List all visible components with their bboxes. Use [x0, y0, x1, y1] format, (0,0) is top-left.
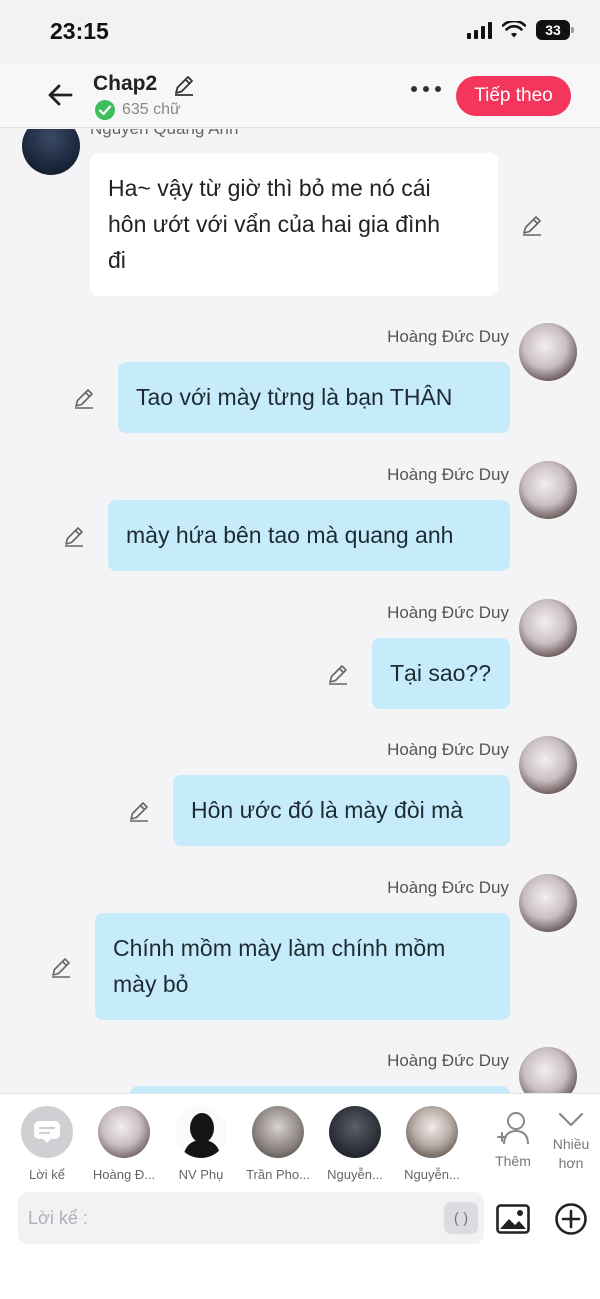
avatar[interactable]	[519, 323, 577, 381]
character-nguyen-1[interactable]: Nguyễn...	[322, 1106, 388, 1182]
message-bubble[interactable]: Tại sao??	[372, 638, 510, 709]
back-arrow-icon[interactable]	[44, 78, 78, 112]
avatar[interactable]	[519, 599, 577, 657]
edit-message-pencil-icon[interactable]	[62, 524, 86, 548]
edit-message-pencil-icon[interactable]	[520, 213, 544, 237]
avatar	[329, 1106, 381, 1158]
silhouette-avatar	[175, 1106, 227, 1158]
message-line: mày hứa bên tao mà quang anh	[126, 522, 454, 548]
editor-header: Chap2 635 chữ Tiếp theo	[0, 64, 600, 128]
sender-name: Hoàng Đức Duy	[387, 327, 509, 346]
avatar[interactable]	[519, 874, 577, 932]
message-line: đi	[108, 247, 126, 273]
message-bubble[interactable]: Ha~ vậy từ giờ thì bỏ me nó cái hôn ướt …	[90, 153, 498, 296]
message-line: Hôn ước đó là mày đòi mà	[191, 797, 464, 823]
narrator-icon	[21, 1106, 73, 1158]
more-label: Nhiều	[552, 1136, 590, 1152]
avatar[interactable]	[519, 736, 577, 794]
message-bubble[interactable]: Chính mồm mày làm chính mồm mày bỏ	[95, 913, 510, 1020]
message-line: Chính mồm mày làm chính mồm	[113, 935, 446, 961]
character-label: Nguyễn...	[327, 1167, 383, 1182]
composer-panel: Lời kể Hoàng Đ... NV Phụ Trần Pho... Ngu…	[0, 1093, 600, 1299]
message-bubble[interactable]: Tao với mày từng là bạn THÂN	[118, 362, 510, 433]
message-line: Tao với mày từng là bạn THÂN	[136, 384, 453, 410]
add-character-label: Thêm	[495, 1153, 531, 1169]
character-label: NV Phụ	[178, 1167, 224, 1182]
message-input-box: ( )	[18, 1192, 484, 1244]
chevron-down-icon	[558, 1112, 584, 1127]
avatar	[252, 1106, 304, 1158]
avatar	[98, 1106, 150, 1158]
sender-name: Nguyen Quang Anh	[90, 129, 238, 139]
character-nv-phu[interactable]: NV Phụ	[168, 1106, 234, 1182]
avatar[interactable]	[22, 129, 80, 175]
message-bubble[interactable]: mày hứa bên tao mà quang anh	[108, 500, 510, 571]
wifi-icon	[502, 21, 526, 38]
add-character-button[interactable]: Thêm	[488, 1110, 538, 1169]
message-line: hôn ướt với vẩn của hai gia đình	[108, 211, 440, 237]
chapter-title: Chap2	[93, 72, 158, 95]
message-input[interactable]	[28, 1202, 428, 1234]
word-count: 635 chữ	[122, 101, 181, 118]
add-person-icon	[497, 1112, 529, 1145]
character-label: Trần Pho...	[246, 1167, 310, 1182]
status-bar: 23:15 33	[0, 0, 600, 64]
status-time: 23:15	[50, 18, 109, 44]
add-circle-icon[interactable]	[554, 1202, 588, 1236]
edit-message-pencil-icon[interactable]	[72, 386, 96, 410]
signal-icon	[467, 21, 492, 39]
sender-name: Hoàng Đức Duy	[387, 465, 509, 484]
character-nguyen-2[interactable]: Nguyễn...	[399, 1106, 465, 1182]
more-options-icon[interactable]	[411, 86, 441, 92]
edit-message-pencil-icon[interactable]	[326, 662, 350, 686]
character-label: Hoàng Đ...	[92, 1167, 156, 1182]
message-line: mày bỏ	[113, 971, 189, 997]
parenthesis-button[interactable]: ( )	[444, 1202, 478, 1234]
chat-area[interactable]: Nguyen Quang Anh Ha~ vậy từ giờ thì bỏ m…	[0, 129, 600, 1094]
verified-check-icon	[95, 100, 115, 120]
sender-name: Hoàng Đức Duy	[387, 603, 509, 622]
avatar	[406, 1106, 458, 1158]
character-hoang-duy[interactable]: Hoàng Đ...	[91, 1106, 157, 1182]
image-icon[interactable]	[496, 1204, 530, 1234]
message-line: Ha~ vậy từ giờ thì bỏ me nó cái	[108, 175, 431, 201]
avatar[interactable]	[519, 1047, 577, 1094]
status-icons: 33	[467, 20, 574, 40]
message-line: Tại sao??	[390, 660, 492, 686]
sender-name: Hoàng Đức Duy	[387, 1051, 509, 1070]
character-label: Lời kể	[29, 1167, 65, 1182]
character-tran-pho[interactable]: Trần Pho...	[245, 1106, 311, 1182]
edit-title-pencil-icon[interactable]	[172, 73, 196, 97]
avatar[interactable]	[519, 461, 577, 519]
more-label: hơn	[558, 1155, 584, 1171]
battery-icon: 33	[536, 20, 574, 40]
edit-message-pencil-icon[interactable]	[49, 955, 73, 979]
edit-message-pencil-icon[interactable]	[127, 799, 151, 823]
character-label: Nguyễn...	[404, 1167, 460, 1182]
more-characters-button[interactable]: Nhiều hơn	[546, 1110, 596, 1173]
next-button[interactable]: Tiếp theo	[456, 76, 571, 116]
character-narrator[interactable]: Lời kể	[14, 1106, 80, 1182]
message-bubble[interactable]: Hôn ước đó là mày đòi mà	[173, 775, 510, 846]
sender-name: Hoàng Đức Duy	[387, 740, 509, 759]
sender-name: Hoàng Đức Duy	[387, 878, 509, 897]
